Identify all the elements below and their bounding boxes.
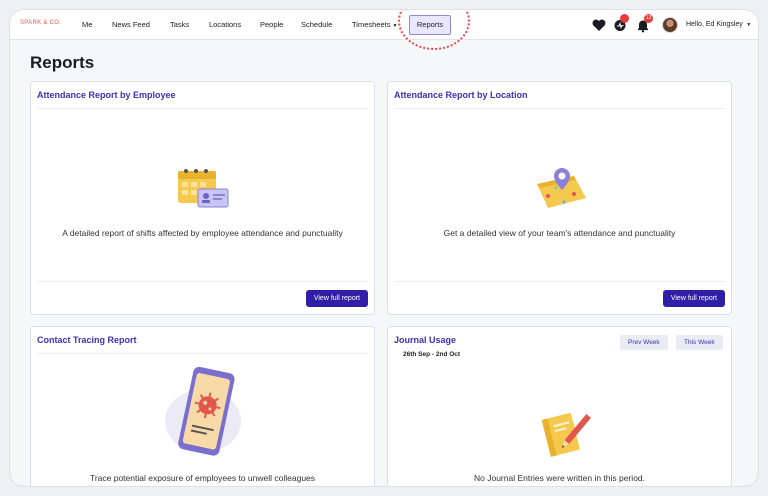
card-title: Attendance Report by Employee xyxy=(37,90,176,100)
card-description: A detailed report of shifts affected by … xyxy=(62,228,343,238)
divider xyxy=(37,108,368,109)
date-range: 26th Sep - 2nd Oct xyxy=(403,351,461,358)
nav-item-schedule[interactable]: Schedule xyxy=(301,20,332,29)
top-nav: SPARK & CO. Me News Feed Tasks Locations… xyxy=(10,10,758,50)
brand-logo[interactable]: SPARK & CO. xyxy=(20,20,61,26)
card-title: Attendance Report by Location xyxy=(394,90,528,100)
nav-item-news-feed[interactable]: News Feed xyxy=(112,20,150,29)
card-title: Contact Tracing Report xyxy=(37,335,137,345)
app-window: SPARK & CO. Me News Feed Tasks Locations… xyxy=(10,10,758,486)
calendar-id-card-illustration xyxy=(176,167,232,216)
card-journal-usage: Journal Usage 26th Sep - 2nd Oct Prev We… xyxy=(387,326,732,486)
avatar[interactable] xyxy=(662,17,678,33)
map-pin-illustration xyxy=(534,166,590,217)
activity-dot xyxy=(620,14,629,23)
heart-icon[interactable] xyxy=(591,17,607,33)
card-contact-tracing: Contact Tracing Report Trace potential e… xyxy=(30,326,375,486)
divider xyxy=(37,281,368,282)
card-description: Trace potential exposure of employees to… xyxy=(89,473,316,483)
card-attendance-location: Attendance Report by Location Get a deta… xyxy=(387,81,732,315)
divider xyxy=(394,108,725,109)
nav-item-reports[interactable]: Reports xyxy=(409,15,451,35)
nav-item-tasks[interactable]: Tasks xyxy=(170,20,189,29)
journal-pencil-illustration xyxy=(538,409,592,466)
nav-item-timesheets[interactable]: Timesheets ▼ xyxy=(352,20,397,29)
chevron-down-icon: ▼ xyxy=(392,23,398,29)
card-title: Journal Usage xyxy=(394,335,457,345)
this-week-button[interactable]: This Week xyxy=(676,335,723,350)
nav-item-locations[interactable]: Locations xyxy=(209,20,241,29)
empty-state-message: No Journal Entries were written in this … xyxy=(473,473,646,483)
phone-virus-illustration xyxy=(163,365,247,466)
nav-item-timesheets-label: Timesheets xyxy=(352,20,391,29)
nav-item-people[interactable]: People xyxy=(260,20,283,29)
nav-item-me[interactable]: Me xyxy=(82,20,92,29)
user-greeting: Hello, Ed Kingsley xyxy=(686,21,743,28)
divider xyxy=(37,353,368,354)
prev-week-button[interactable]: Prev Week xyxy=(620,335,668,350)
notification-badge: 13 xyxy=(644,14,653,23)
chevron-down-icon: ▼ xyxy=(744,22,752,28)
page-title: Reports xyxy=(30,53,95,72)
card-description: Get a detailed view of your team's atten… xyxy=(443,228,676,238)
view-full-report-button[interactable]: View full report xyxy=(662,290,725,307)
user-menu[interactable]: Hello, Ed Kingsley ▼ xyxy=(686,21,751,28)
view-full-report-button[interactable]: View full report xyxy=(305,290,368,307)
card-attendance-employee: Attendance Report by Employee A detailed… xyxy=(30,81,375,315)
divider xyxy=(394,281,725,282)
